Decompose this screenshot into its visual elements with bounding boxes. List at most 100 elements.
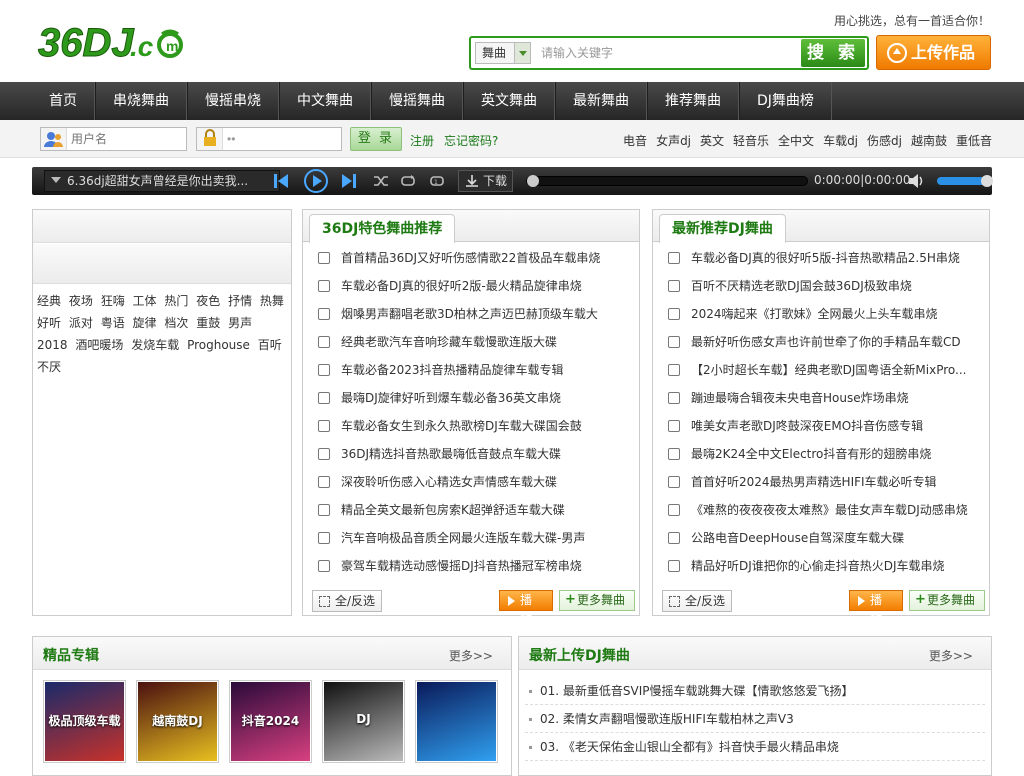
track-title[interactable]: 经典老歌汽车音响珍藏车载慢歌连版大碟 [341,335,557,349]
style-tag[interactable]: 热门 [164,294,188,308]
album-cover[interactable] [415,680,498,763]
current-track-title[interactable]: 6.36dj超甜女声曾经是你出卖我... [44,170,280,192]
track-title[interactable]: 精品全英文最新包房索K超弹舒适车载大碟 [341,503,565,517]
play-icon[interactable] [303,169,329,193]
track-title[interactable]: 最嗨2K24全中文Electro抖音有形的翅膀串烧 [691,447,931,461]
style-tag[interactable]: 旋律 [133,316,157,330]
play-selected-button[interactable]: 播 放 [849,590,903,626]
quick-tag[interactable]: 英文 [700,132,724,149]
style-tag[interactable]: 发烧车载 [131,338,179,352]
track-item[interactable]: 唯美女声老歌DJ咚鼓深夜EMO抖音伤感专辑 [663,412,983,440]
style-tag[interactable]: 2018 [37,338,68,352]
track-title[interactable]: 首首好听2024最热男声精选HIFI车载必听专辑 [691,475,937,489]
track-item[interactable]: 百听不厌精选老歌DJ国会鼓36DJ极致串烧 [663,272,983,300]
forgot-password-link[interactable]: 忘记密码? [444,132,498,149]
next-track-icon[interactable] [340,171,358,191]
style-tag[interactable]: 工体 [133,294,157,308]
track-title[interactable]: 【2小时超长车载】经典老歌DJ国粤语全新MixPro... [691,363,966,377]
track-item[interactable]: 深夜聆听伤感入心精选女声情感车载大碟 [313,468,633,496]
style-tag[interactable]: 狂嗨 [101,294,125,308]
loop-icon[interactable]: 1 [428,171,446,191]
quick-tag[interactable]: 全中文 [778,132,814,149]
track-checkbox[interactable] [668,504,680,516]
quick-tag[interactable]: 重低音 [956,132,992,149]
track-checkbox[interactable] [318,392,330,404]
album-cover[interactable]: DJ [322,680,405,763]
track-checkbox[interactable] [318,476,330,488]
track-item[interactable]: 汽车音响极品音质全网最火连版车载大碟-男声 [313,524,633,552]
track-checkbox[interactable] [668,364,680,376]
track-item[interactable]: 豪驾车载精选动感慢摇DJ抖音热播冠军榜串烧 [313,552,633,580]
previous-track-icon[interactable] [272,171,290,191]
shuffle-icon[interactable] [372,171,390,191]
track-title[interactable]: 《难熬的夜夜夜夜太难熬》最佳女声车载DJ动感串烧 [691,503,968,517]
track-checkbox[interactable] [318,280,330,292]
quick-tag[interactable]: 女声dj [656,132,691,149]
quick-tag[interactable]: 轻音乐 [733,132,769,149]
track-title[interactable]: 车载必备DJ真的很好听2版-最火精品旋律串烧 [341,279,582,293]
track-checkbox[interactable] [318,336,330,348]
album-cover[interactable]: 极品顶级车载 [43,680,126,763]
style-tag[interactable]: 好听 [37,316,61,330]
more-tracks-button[interactable]: 更多舞曲 [909,590,985,611]
track-checkbox[interactable] [318,560,330,572]
nav-item[interactable]: 慢摇舞曲 [371,82,463,120]
track-item[interactable]: 车载必备2023抖音热播精品旋律车载专辑 [313,356,633,384]
track-checkbox[interactable] [668,336,680,348]
uploads-more-link[interactable]: 更多>> [929,647,973,664]
upload-item[interactable]: 02. 柔情女声翻唱慢歌连版HIFI车载柏林之声V3 [525,705,985,733]
featured-tab[interactable]: 36DJ特色舞曲推荐 [309,214,456,243]
repeat-icon[interactable] [399,171,417,191]
track-item[interactable]: 精品好听DJ谁把你的心偷走抖音热火DJ车载串烧 [663,552,983,580]
track-title[interactable]: 唯美女声老歌DJ咚鼓深夜EMO抖音伤感专辑 [691,419,923,433]
track-item[interactable]: 经典老歌汽车音响珍藏车载慢歌连版大碟 [313,328,633,356]
style-tag[interactable]: 档次 [164,316,188,330]
track-checkbox[interactable] [318,504,330,516]
track-title[interactable]: 汽车音响极品音质全网最火连版车载大碟-男声 [341,531,585,545]
style-tag[interactable]: Proghouse [187,338,250,352]
select-all-button[interactable]: 全/反选 [312,590,382,612]
track-item[interactable]: 公路电音DeepHouse自驾深度车载大碟 [663,524,983,552]
track-item[interactable]: 【2小时超长车载】经典老歌DJ国粤语全新MixPro... [663,356,983,384]
track-checkbox[interactable] [318,420,330,432]
style-tag[interactable]: 抒情 [228,294,252,308]
track-title[interactable]: 公路电音DeepHouse自驾深度车载大碟 [691,531,904,545]
track-item[interactable]: 36DJ精选抖音热歌最嗨低音鼓点车载大碟 [313,440,633,468]
style-tag[interactable]: 夜色 [196,294,220,308]
upload-button[interactable]: 上传作品 [876,35,991,70]
track-item[interactable]: 最新好听伤感女声也许前世牵了你的手精品车载CD [663,328,983,356]
latest-tab[interactable]: 最新推荐DJ舞曲 [659,214,786,243]
track-checkbox[interactable] [668,420,680,432]
style-tag[interactable]: 酒吧暖场 [75,338,123,352]
style-tag[interactable]: 派对 [69,316,93,330]
track-title[interactable]: 烟嗓男声翻唱老歌3D柏林之声迈巴赫顶级车载大 [341,307,598,321]
quick-tag[interactable]: 车载dj [823,132,858,149]
style-tag[interactable]: 粤语 [101,316,125,330]
track-title[interactable]: 车载必备2023抖音热播精品旋律车载专辑 [341,363,564,377]
track-checkbox[interactable] [668,560,680,572]
track-title[interactable]: 最嗨DJ旋律好听到爆车载必备36英文串烧 [341,391,561,405]
quick-tag[interactable]: 伤感dj [867,132,902,149]
login-button[interactable]: 登 录 [350,127,402,151]
track-item[interactable]: 车载必备女生到永久热歌榜DJ车载大碟国会鼓 [313,412,633,440]
nav-item[interactable]: 推荐舞曲 [647,82,739,120]
quick-tag[interactable]: 电音 [623,132,647,149]
track-title[interactable]: 车载必备DJ真的很好听5版-抖音热歌精品2.5H串烧 [691,251,960,265]
track-item[interactable]: 精品全英文最新包房索K超弹舒适车载大碟 [313,496,633,524]
track-title[interactable]: 首首精品36DJ又好听伤感情歌22首极品车载串烧 [341,251,600,265]
track-item[interactable]: 车载必备DJ真的很好听2版-最火精品旋律串烧 [313,272,633,300]
track-checkbox[interactable] [668,280,680,292]
track-item[interactable]: 最嗨2K24全中文Electro抖音有形的翅膀串烧 [663,440,983,468]
album-cover[interactable]: 抖音2024 [229,680,312,763]
track-checkbox[interactable] [668,252,680,264]
track-item[interactable]: 蹦迪最嗨合辑夜未央电音House炸场串烧 [663,384,983,412]
register-link[interactable]: 注册 [410,132,434,149]
more-tracks-button[interactable]: 更多舞曲 [559,590,635,611]
volume-icon[interactable] [907,171,925,191]
nav-item[interactable]: 最新舞曲 [555,82,647,120]
track-checkbox[interactable] [668,448,680,460]
search-category-select[interactable]: 舞曲 [475,42,531,64]
style-tag[interactable]: 重鼓 [196,316,220,330]
track-checkbox[interactable] [318,448,330,460]
nav-item[interactable]: DJ舞曲榜 [739,82,832,120]
